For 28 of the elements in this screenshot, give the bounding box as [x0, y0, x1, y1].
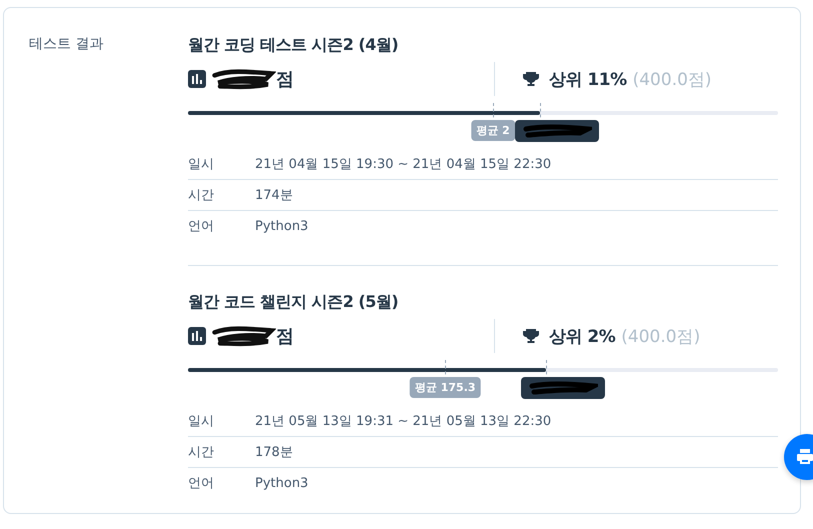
score-unit: 점	[276, 325, 294, 348]
info-label: 시간	[188, 444, 215, 461]
printer-icon	[795, 447, 813, 467]
trophy-icon	[523, 71, 539, 87]
rank-text: 상위 2%	[549, 326, 616, 348]
score-unit: 점	[276, 68, 294, 91]
info-label: 일시	[188, 413, 215, 430]
rank-points: (400.0점)	[632, 68, 712, 90]
info-label: 일시	[188, 156, 215, 173]
trophy-icon	[523, 328, 539, 344]
info-value: 178분	[255, 444, 293, 461]
bar-chart-icon	[188, 327, 206, 345]
info-label: 시간	[188, 187, 215, 204]
info-label: 언어	[188, 475, 215, 492]
rank-text: 상위 11%	[549, 68, 627, 90]
bar-chart-icon	[188, 70, 206, 88]
section-label: 테스트 결과	[29, 36, 104, 52]
average-badge: 평균 175.3	[410, 377, 481, 398]
info-value: Python3	[255, 476, 308, 490]
info-value: 21년 05월 13일 19:31 ~ 21년 05월 13일 22:30	[255, 413, 552, 430]
info-value: 174분	[255, 187, 293, 204]
info-label: 언어	[188, 218, 215, 235]
average-badge: 평균 2	[471, 120, 515, 141]
test-title: 월간 코드 챌린지 시즌2 (5월)	[188, 292, 400, 313]
rank-points: (400.0점)	[621, 326, 700, 348]
info-value: Python3	[255, 218, 308, 234]
info-value: 21년 04월 15일 19:30 ~ 21년 04월 15일 22:30	[255, 156, 552, 173]
test-title: 월간 코딩 테스트 시즌2 (4월)	[188, 35, 400, 56]
